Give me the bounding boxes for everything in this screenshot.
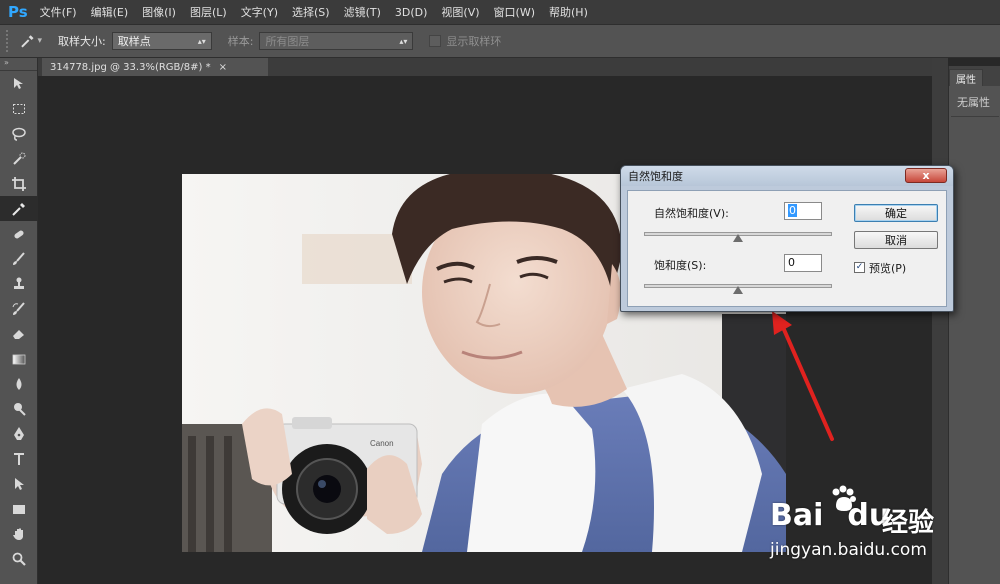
menu-3d[interactable]: 3D(D)	[395, 6, 428, 19]
photoshop-logo: Ps	[8, 3, 28, 21]
svg-text:Canon: Canon	[370, 439, 394, 448]
history-brush-tool-icon[interactable]	[0, 296, 38, 321]
menu-select[interactable]: 选择(S)	[292, 4, 330, 20]
vibrance-slider-thumb[interactable]	[733, 234, 743, 242]
menu-bar: Ps 文件(F) 编辑(E) 图像(I) 图层(L) 文字(Y) 选择(S) 滤…	[0, 0, 1000, 24]
healing-brush-tool-icon[interactable]	[0, 221, 38, 246]
sample-select[interactable]: 所有图层 ▴▾	[259, 32, 414, 50]
options-bar: ▾ 取样大小: 取样点 ▴▾ 样本: 所有图层 ▴▾ 显示取样环	[0, 24, 1000, 58]
cancel-button[interactable]: 取消	[854, 231, 938, 249]
menu-layer[interactable]: 图层(L)	[190, 4, 227, 20]
dialog-title: 自然饱和度	[628, 170, 683, 183]
vibrance-input[interactable]: 0	[784, 202, 822, 220]
vibrance-label: 自然饱和度(V):	[654, 207, 729, 220]
menu-image[interactable]: 图像(I)	[142, 4, 176, 20]
sample-size-select[interactable]: 取样点 ▴▾	[111, 32, 212, 50]
close-icon[interactable]: x	[905, 168, 947, 183]
menu-window[interactable]: 窗口(W)	[494, 4, 535, 20]
hand-tool-icon[interactable]	[0, 521, 38, 546]
close-icon[interactable]: ×	[219, 62, 227, 73]
select-arrows-icon: ▴▾	[399, 36, 408, 46]
menu-view[interactable]: 视图(V)	[441, 4, 479, 20]
annotation-arrow	[772, 311, 834, 441]
pen-tool-icon[interactable]	[0, 421, 38, 446]
baidu-jingyan-watermark: Bai du 经验 jingyan.baidu.com	[770, 478, 1000, 584]
lasso-tool-icon[interactable]	[0, 121, 38, 146]
saturation-input[interactable]: 0	[784, 254, 822, 272]
properties-content: 无属性	[957, 96, 990, 109]
move-tool-icon[interactable]	[0, 71, 38, 96]
sample-size-label: 取样大小:	[58, 35, 106, 48]
dodge-tool-icon[interactable]	[0, 396, 38, 421]
sample-label: 样本:	[227, 35, 254, 48]
eraser-tool-icon[interactable]	[0, 321, 38, 346]
gradient-tool-icon[interactable]	[0, 346, 38, 371]
sample-value: 所有图层	[265, 35, 310, 48]
panel-divider	[951, 116, 999, 117]
tools-panel: »	[0, 58, 38, 584]
paw-icon	[828, 484, 858, 521]
zoom-tool-icon[interactable]	[0, 546, 38, 571]
saturation-label: 饱和度(S):	[654, 259, 707, 272]
chevron-down-icon: ▾	[37, 36, 42, 46]
menu-filter[interactable]: 滤镜(T)	[344, 4, 381, 20]
saturation-value: 0	[788, 256, 795, 269]
rectangle-tool-icon[interactable]	[0, 496, 38, 521]
menu-type[interactable]: 文字(Y)	[241, 4, 278, 20]
preview-label: 预览(P)	[869, 262, 907, 275]
dialog-title-bar[interactable]: 自然饱和度	[621, 166, 953, 186]
blur-tool-icon[interactable]	[0, 371, 38, 396]
vibrance-value: 0	[788, 204, 797, 217]
collapse-icon[interactable]: »	[0, 58, 37, 71]
document-tab-bar: 314778.jpg @ 33.3%(RGB/8#) * ×	[38, 58, 948, 76]
checkmark-icon: ✓	[855, 262, 864, 272]
eyedropper-tool-icon[interactable]	[0, 196, 38, 221]
document-tab[interactable]: 314778.jpg @ 33.3%(RGB/8#) * ×	[42, 58, 268, 76]
watermark-product: 经验	[882, 508, 935, 538]
clone-stamp-tool-icon[interactable]	[0, 271, 38, 296]
select-arrows-icon: ▴▾	[197, 36, 206, 46]
saturation-slider-thumb[interactable]	[733, 286, 743, 294]
tab-properties[interactable]: 属性	[949, 69, 983, 86]
eyedropper-preset-icon[interactable]: ▾	[20, 30, 42, 52]
dialog-body: 自然饱和度(V): 0 饱和度(S): 0 确定 取消 ✓ 预览(P)	[627, 190, 947, 307]
menu-edit[interactable]: 编辑(E)	[91, 4, 129, 20]
type-tool-icon[interactable]	[0, 446, 38, 471]
marquee-tool-icon[interactable]	[0, 96, 38, 121]
path-selection-tool-icon[interactable]	[0, 471, 38, 496]
show-sampling-ring-checkbox[interactable]	[429, 35, 442, 47]
menu-help[interactable]: 帮助(H)	[549, 4, 588, 20]
watermark-url: jingyan.baidu.com	[770, 540, 927, 560]
document-tab-title: 314778.jpg @ 33.3%(RGB/8#) *	[50, 61, 211, 73]
options-bar-grip[interactable]	[6, 30, 14, 52]
show-sampling-ring-label: 显示取样环	[446, 35, 502, 48]
brush-tool-icon[interactable]	[0, 246, 38, 271]
sample-size-value: 取样点	[117, 35, 151, 48]
ok-button[interactable]: 确定	[854, 204, 938, 222]
vibrance-dialog: 自然饱和度 x 自然饱和度(V): 0 饱和度(S): 0 确定 取消 ✓ 预览…	[620, 165, 954, 312]
preview-checkbox[interactable]: ✓	[854, 262, 865, 273]
menu-file[interactable]: 文件(F)	[40, 4, 77, 20]
crop-tool-icon[interactable]	[0, 171, 38, 196]
quick-selection-tool-icon[interactable]	[0, 146, 38, 171]
